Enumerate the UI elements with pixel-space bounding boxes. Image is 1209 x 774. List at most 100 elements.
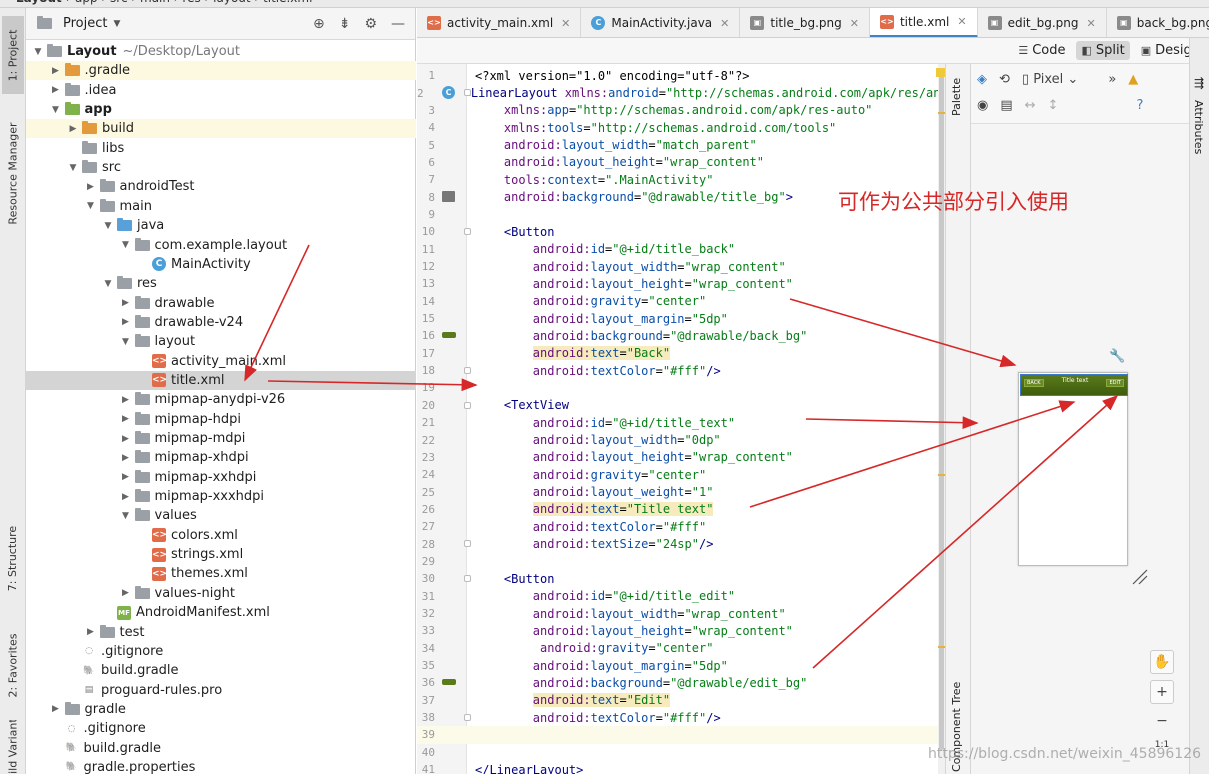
tool-tab-build-variants[interactable]: Build Variants — [2, 720, 24, 774]
expand-arrow-icon[interactable]: ▼ — [120, 240, 132, 250]
code-line[interactable]: 11 android:id="@+id/title_back" — [417, 241, 945, 258]
device-selector[interactable]: ▯ Pixel ⌄ — [1022, 72, 1078, 87]
expand-arrow-icon[interactable]: ▼ — [50, 105, 62, 115]
tree-item[interactable]: ▼ main — [26, 197, 416, 216]
fold-marker-icon[interactable] — [464, 89, 471, 97]
image-preview-icon[interactable] — [442, 191, 455, 203]
tree-item[interactable]: C MainActivity — [26, 255, 416, 274]
tree-item[interactable]: ▶ mipmap-xhdpi — [26, 448, 416, 467]
breadcrumb-item[interactable]: title.xml — [263, 0, 312, 5]
tree-item[interactable]: ▶ mipmap-mdpi — [26, 429, 416, 448]
collapse-arrow-icon[interactable]: ▶ — [85, 182, 97, 192]
code-line[interactable]: 1 <?xml version="1.0" encoding="utf-8"?> — [417, 67, 945, 84]
tree-item[interactable]: MF AndroidManifest.xml — [26, 603, 416, 622]
title-bar-preview[interactable]: BACK Title text EDIT — [1020, 374, 1128, 396]
collapse-arrow-icon[interactable]: ▶ — [120, 395, 132, 405]
code-line[interactable]: 20 <TextView — [417, 397, 945, 414]
breadcrumb-item[interactable]: res › — [182, 0, 213, 5]
tree-item[interactable]: ▶ drawable-v24 — [26, 313, 416, 332]
editor-scrollbar[interactable] — [938, 64, 945, 774]
tree-item[interactable]: ▶ gradle — [26, 700, 416, 719]
code-line[interactable]: 29 — [417, 553, 945, 570]
palette-tab[interactable]: Palette — [950, 78, 963, 116]
tree-item[interactable]: ▶ .gradle — [26, 61, 416, 81]
tree-item[interactable]: ▼ res — [26, 274, 416, 293]
tool-tab-favorites[interactable]: 2: Favorites — [2, 618, 24, 713]
tree-item[interactable]: <> title.xml — [26, 370, 416, 390]
code-line[interactable]: 19 — [417, 379, 945, 396]
editor-tab[interactable]: ▣ edit_bg.png ✕ — [978, 8, 1107, 37]
tree-item[interactable]: 🐘 build.gradle — [26, 739, 416, 758]
code-line[interactable]: 14 android:gravity="center" — [417, 293, 945, 310]
code-line[interactable]: 25 android:layout_weight="1" — [417, 483, 945, 500]
inspection-status-icon[interactable] — [936, 68, 945, 77]
collapse-arrow-icon[interactable]: ▶ — [120, 298, 132, 308]
fold-marker-icon[interactable] — [464, 575, 471, 583]
code-line[interactable]: 5 android:layout_width="match_parent" — [417, 136, 945, 153]
breadcrumb-item[interactable]: app › — [75, 0, 110, 5]
code-line[interactable]: 6 android:layout_height="wrap_content" — [417, 154, 945, 171]
close-icon[interactable]: ✕ — [850, 17, 859, 30]
editor-tab[interactable]: <> activity_main.xml ✕ — [417, 8, 582, 37]
phone-preview[interactable]: BACK Title text EDIT — [1018, 372, 1128, 566]
tree-item[interactable]: <> themes.xml — [26, 564, 416, 583]
collapse-arrow-icon[interactable]: ▶ — [120, 492, 132, 502]
fold-marker-icon[interactable] — [464, 366, 471, 374]
tree-item[interactable]: <> colors.xml — [26, 526, 416, 545]
code-line[interactable]: 39 — [417, 726, 945, 744]
code-line[interactable]: 35 android:layout_margin="5dp" — [417, 657, 945, 674]
blueprint-icon[interactable]: ▤ — [1000, 98, 1012, 113]
expand-arrow-icon[interactable]: ▼ — [120, 511, 132, 521]
tool-tab-resource-manager[interactable]: Resource Manager — [2, 108, 24, 238]
editor-tab[interactable]: <> title.xml ✕ — [869, 8, 978, 37]
code-line[interactable]: 27 android:textColor="#fff" — [417, 518, 945, 535]
code-line[interactable]: 13 android:layout_height="wrap_content" — [417, 275, 945, 292]
drawable-preview-icon[interactable] — [442, 332, 456, 339]
expand-arrow-icon[interactable]: ▼ — [85, 201, 97, 211]
split-mode-button[interactable]: ◧ Split — [1076, 41, 1130, 60]
collapse-arrow-icon[interactable]: ▶ — [67, 124, 79, 134]
zoom-in-button[interactable]: + — [1150, 680, 1174, 704]
layers-icon[interactable]: ◈ — [977, 72, 987, 87]
fold-marker-icon[interactable] — [464, 540, 471, 548]
tree-item[interactable]: 🐘 build.gradle — [26, 661, 416, 680]
code-line[interactable]: 23 android:layout_height="wrap_content" — [417, 449, 945, 466]
close-icon[interactable]: ✕ — [561, 17, 570, 30]
tree-item[interactable]: ▼ Layout ~/Desktop/Layout — [26, 42, 416, 61]
expand-arrow-icon[interactable]: ▼ — [32, 47, 44, 57]
code-line[interactable]: 12 android:layout_width="wrap_content" — [417, 258, 945, 275]
breadcrumb-item[interactable]: src › — [110, 0, 140, 5]
code-line[interactable]: 37 android:text="Edit" — [417, 692, 945, 709]
close-icon[interactable]: ✕ — [1087, 17, 1096, 30]
project-panel-title[interactable]: Project — [63, 16, 107, 31]
collapse-arrow-icon[interactable]: ▶ — [85, 627, 97, 637]
collapse-arrow-icon[interactable]: ▶ — [120, 453, 132, 463]
horizontal-resize-icon[interactable]: ↔ — [1025, 98, 1036, 113]
tree-item[interactable]: ▼ java — [26, 216, 416, 235]
tree-item[interactable]: <> activity_main.xml — [26, 352, 416, 371]
tree-item[interactable]: ▶ values-night — [26, 584, 416, 603]
tree-item[interactable]: ▶ .idea — [26, 81, 416, 100]
tool-tab-project[interactable]: 1: Project — [2, 16, 24, 94]
code-line[interactable]: 22 android:layout_width="0dp" — [417, 431, 945, 448]
expand-arrow-icon[interactable]: ▼ — [102, 221, 114, 231]
fold-marker-icon[interactable] — [464, 228, 471, 236]
close-icon[interactable]: ✕ — [957, 15, 966, 28]
expand-arrow-icon[interactable]: ▼ — [102, 279, 114, 289]
tool-tab-structure[interactable]: 7: Structure — [2, 513, 24, 603]
code-line[interactable]: 38 android:textColor="#fff"/> — [417, 709, 945, 726]
editor-tab[interactable]: C MainActivity.java ✕ — [581, 8, 741, 37]
tree-item[interactable]: ▶ mipmap-hdpi — [26, 410, 416, 429]
tree-item[interactable]: ▶ build — [26, 119, 416, 139]
tree-item[interactable]: ▼ app — [26, 100, 416, 119]
code-line[interactable]: 15 android:layout_margin="5dp" — [417, 310, 945, 327]
more-icon[interactable]: » — [1108, 72, 1116, 87]
code-line[interactable]: 30 <Button — [417, 570, 945, 587]
code-line[interactable]: 21 android:id="@+id/title_text" — [417, 414, 945, 431]
code-line[interactable]: 33 android:layout_height="wrap_content" — [417, 622, 945, 639]
tree-item[interactable]: ▶ mipmap-xxhdpi — [26, 468, 416, 487]
code-line[interactable]: 17 android:text="Back" — [417, 345, 945, 362]
editor-tab[interactable]: ▣back_bg.png✕ — [1107, 8, 1209, 37]
breadcrumb-item[interactable]: Layout › — [16, 0, 75, 5]
gear-icon[interactable]: ⚙ — [364, 16, 377, 32]
